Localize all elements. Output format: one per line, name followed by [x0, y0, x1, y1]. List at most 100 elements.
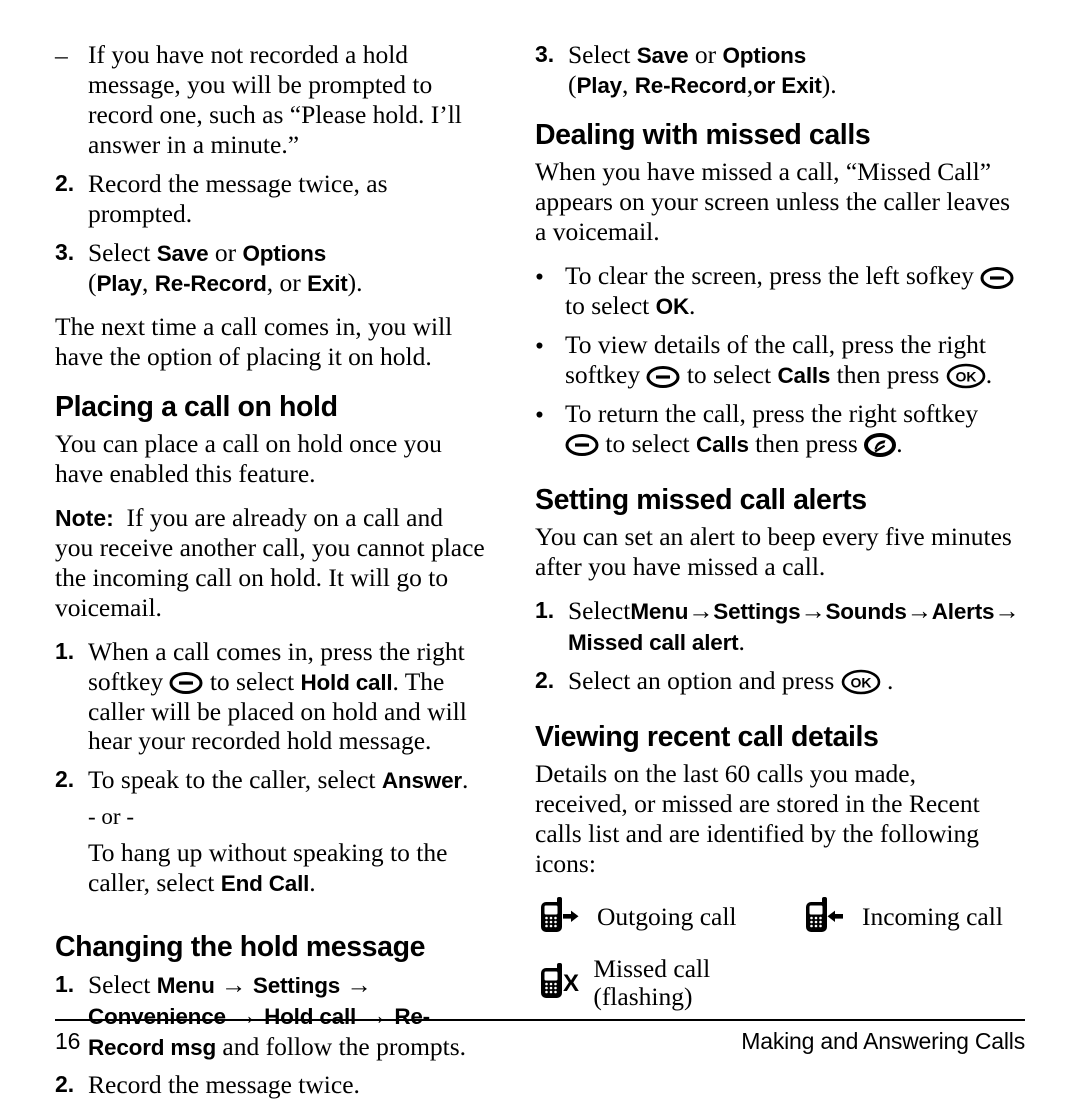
paragraph-viewing-intro: Details on the last 60 calls you made, r… — [535, 759, 980, 879]
text-comma: , — [622, 69, 635, 99]
list-item-1: 1. SelectMenu→Settings→Sounds→Alerts→ Mis… — [535, 596, 1020, 657]
alternative-action: To hang up without speaking to the calle… — [88, 838, 487, 898]
list-item-text: When a call comes in, press the right so… — [88, 637, 487, 757]
list-item-text: To speak to the caller, select Answer. -… — [88, 765, 487, 906]
right-column: 3. Select Save or Options (Play, Re-Recor… — [500, 40, 1080, 1011]
softkey-icon — [169, 671, 203, 695]
bullet-item-text: To view details of the call, press the r… — [565, 330, 1015, 390]
list-item-text: Record the message twice, as prompted. — [88, 168, 388, 228]
arrow-icon: → — [906, 597, 933, 626]
bullet-item-view-details: • To view details of the call, press the… — [535, 330, 1015, 390]
text-mid: to select — [680, 359, 778, 389]
softkey-icon — [565, 433, 599, 457]
list-item-text: If you have not recorded a hold message,… — [88, 40, 462, 159]
legend-label: Missed call (flashing) — [593, 954, 711, 1012]
ui-term-alerts: Alerts — [931, 599, 995, 625]
ui-term-settings: Settings — [252, 972, 341, 998]
text-tail: . — [689, 291, 696, 321]
legend-entry-outgoing: Outgoing call — [535, 897, 800, 937]
text-mid: to select — [565, 291, 656, 321]
list-item-2: 2. Record the message twice, as prompted… — [55, 169, 487, 229]
ui-term-ok: OK — [655, 294, 690, 320]
list-item-text: SelectMenu→Settings→Sounds→Alerts→ Missed… — [568, 596, 1020, 657]
heading-setting-missed-call-alerts: Setting missed call alerts — [535, 483, 867, 516]
bullet-item-return-call: • To return the call, press the right so… — [535, 399, 1015, 459]
ui-term-options: Options — [722, 43, 807, 68]
footer-section-title: Making and Answering Calls — [741, 1028, 1025, 1054]
legend-entry-incoming: Incoming call — [800, 897, 1003, 937]
paren-close: ). — [347, 267, 363, 297]
arrow-icon: → — [688, 597, 714, 626]
continued-procedure-list: 3. Select Save or Options (Play, Re-Recor… — [535, 40, 1015, 100]
bullet-item-clear-screen: • To clear the screen, press the left so… — [535, 261, 1015, 321]
incoming-call-icon — [800, 897, 852, 937]
bullet-marker: • — [535, 331, 544, 361]
list-item-text: Select Save or Options (Play, Re-Record,o… — [568, 40, 1015, 100]
text-after-icon: to select — [203, 666, 301, 696]
ui-term-play: Play — [96, 270, 143, 296]
svg-text:OK: OK — [850, 674, 871, 690]
or-divider: - or - — [88, 804, 134, 830]
paragraph-missed-intro: When you have missed a call, “Missed Cal… — [535, 157, 1011, 247]
list-marker: 3. — [55, 238, 75, 265]
list-item-2: 2. To speak to the caller, select Answer… — [55, 765, 487, 906]
ui-term-save: Save — [156, 240, 209, 266]
ui-term-exit: or Exit — [753, 72, 822, 98]
paren-close: ). — [821, 69, 837, 99]
text-before-icon: To clear the screen, press the left sofk… — [565, 261, 981, 291]
list-item-3: 3. Select Save or Options (Play, Re-Recor… — [535, 40, 1015, 100]
outgoing-call-icon — [535, 897, 587, 937]
text-before-icon: To return the call, press the right soft… — [565, 398, 979, 428]
placing-procedure-list: 1. When a call comes in, press the right… — [55, 637, 487, 907]
page-footer: 16 Making and Answering Calls — [55, 1028, 1025, 1055]
list-item-dash: – If you have not recorded a hold messag… — [55, 40, 487, 160]
bullet-item-text: To clear the screen, press the left sofk… — [565, 261, 1015, 321]
note-text: If you are already on a call and you rec… — [55, 502, 485, 622]
softkey-icon — [980, 266, 1014, 290]
text-comma: , — [142, 267, 155, 297]
text-period: . — [461, 765, 469, 795]
list-marker: 2. — [55, 766, 75, 793]
list-marker: 1. — [55, 970, 75, 997]
text-tail: . — [985, 359, 993, 389]
ui-term-re-record: Re-Record — [634, 72, 747, 98]
call-type-icon-legend: Outgoing call Incoming call X Missed cal… — [535, 897, 1015, 1011]
list-item-2: 2. Select an option and press OK . — [535, 666, 1015, 696]
list-marker: 2. — [55, 1071, 75, 1098]
note-label: Note: — [55, 504, 114, 531]
bullet-marker: • — [535, 262, 544, 292]
text-lead: Select — [88, 969, 157, 999]
svg-text:X: X — [563, 970, 579, 997]
arrow-icon: → — [362, 1001, 388, 1030]
ui-term-options: Options — [242, 240, 327, 266]
ui-term-menu: Menu — [156, 972, 215, 998]
list-item-3: 3. Select Save or Options (Play, Re-Recor… — [55, 238, 487, 298]
ui-term-play: Play — [576, 72, 623, 98]
arrow-icon: → — [800, 597, 826, 626]
list-marker: – — [55, 41, 68, 70]
softkey-icon — [646, 365, 680, 389]
arrow-icon: → — [221, 970, 247, 999]
paragraph-note: Note: If you are already on a call and y… — [55, 503, 487, 623]
list-marker: 2. — [535, 666, 555, 693]
manual-page: – If you have not recorded a hold messag… — [0, 0, 1080, 1099]
ui-term-settings: Settings — [713, 599, 801, 625]
ui-term-calls: Calls — [777, 362, 831, 388]
heading-dealing-with-missed-calls: Dealing with missed calls — [535, 118, 871, 151]
list-item-text: Record the message twice. — [88, 1070, 360, 1100]
list-item-1: 1. When a call comes in, press the right… — [55, 637, 487, 757]
list-item-text: Select Save or Options (Play, Re-Record, … — [88, 238, 487, 298]
paren-open: ( — [568, 69, 577, 99]
ui-term-answer: Answer — [381, 768, 462, 794]
text-lead: Select — [568, 40, 637, 69]
paren-open: ( — [88, 267, 97, 297]
arrow-icon: → — [232, 1001, 258, 1030]
list-item-text: Select an option and press OK . — [568, 666, 1015, 696]
text-before: To speak to the caller, select — [88, 765, 382, 795]
ui-term-end-call: End Call — [220, 871, 310, 897]
ui-term-save: Save — [636, 43, 689, 68]
heading-viewing-recent-call-details: Viewing recent call details — [535, 720, 879, 753]
text-lead: Select — [88, 237, 157, 267]
bullet-marker: • — [535, 399, 544, 429]
ok-key-icon: OK — [841, 669, 881, 695]
